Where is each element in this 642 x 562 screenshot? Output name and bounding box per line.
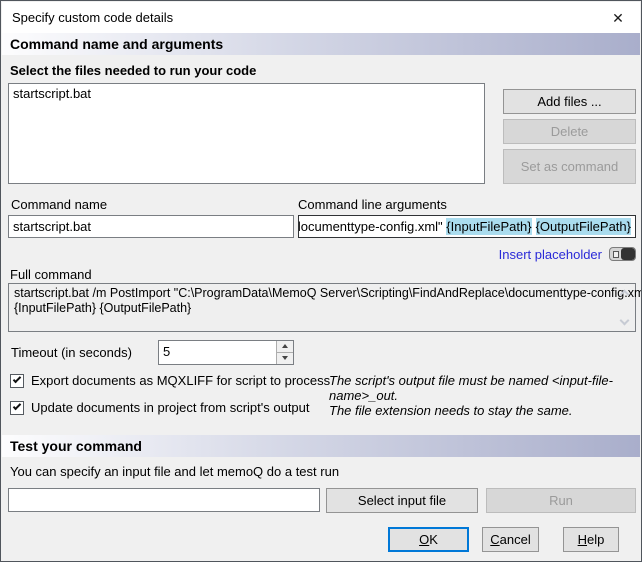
spinner-down-button[interactable] — [277, 353, 293, 365]
set-as-command-button[interactable]: Set as command — [503, 149, 636, 184]
spinner-up-button[interactable] — [277, 341, 293, 353]
cancel-rest: ancel — [500, 532, 531, 547]
full-command-line1: startscript.bat /m PostImport "C:\Progra… — [14, 286, 615, 301]
checkbox-box — [10, 374, 24, 388]
checkmark-icon — [13, 374, 21, 382]
update-documents-checkbox[interactable]: Update documents in project from script'… — [10, 400, 310, 415]
insert-placeholder-toggle-icon[interactable] — [609, 247, 636, 261]
list-item[interactable]: startscript.bat — [9, 84, 484, 103]
full-command-label: Full command — [10, 267, 92, 282]
section-header-test: Test your command — [2, 435, 640, 457]
add-files-button[interactable]: Add files ... — [503, 89, 636, 114]
scroll-up-icon[interactable] — [620, 290, 630, 300]
section-header-command: Command name and arguments — [2, 33, 640, 55]
timeout-spinner[interactable]: 5 — [158, 340, 294, 365]
note-line1: The script's output file must be named <… — [329, 373, 641, 403]
command-name-input[interactable]: startscript.bat — [8, 215, 294, 238]
export-mqxliff-label: Export documents as MQXLIFF for script t… — [31, 373, 330, 388]
close-icon[interactable]: ✕ — [606, 8, 630, 28]
checkbox-box — [10, 401, 24, 415]
ok-rest: K — [429, 532, 438, 547]
insert-placeholder-row: Insert placeholder — [298, 245, 636, 263]
args-visible-text: ndReplace\documenttype-config.xml" — [298, 218, 446, 235]
output-file-note: The script's output file must be named <… — [329, 373, 641, 418]
spinner-up-icon — [282, 344, 288, 348]
delete-button[interactable]: Delete — [503, 119, 636, 144]
ok-accel: O — [419, 532, 429, 547]
dialog-title: Specify custom code details — [12, 10, 173, 25]
scroll-down-icon[interactable] — [620, 316, 630, 326]
select-files-label: Select the files needed to run your code — [10, 63, 256, 78]
timeout-label: Timeout (in seconds) — [11, 345, 132, 360]
update-documents-label: Update documents in project from script'… — [31, 400, 310, 415]
test-input-file-field[interactable] — [27, 508, 320, 512]
full-command-scrollbar — [617, 284, 633, 331]
timeout-value: 5 — [163, 344, 170, 359]
select-input-file-button[interactable]: Select input file — [326, 488, 478, 513]
run-button[interactable]: Run — [486, 488, 636, 513]
command-args-label: Command line arguments — [298, 197, 447, 212]
test-input-wrapper — [8, 488, 320, 512]
command-args-input[interactable]: ndReplace\documenttype-config.xml" {Inpu… — [298, 215, 636, 238]
help-button[interactable]: Help — [563, 527, 619, 552]
cancel-button[interactable]: Cancel — [482, 527, 539, 552]
checkmark-icon — [13, 401, 21, 409]
spinner-down-icon — [282, 356, 288, 360]
toggle-left — [610, 248, 621, 260]
insert-placeholder-link[interactable]: Insert placeholder — [499, 247, 602, 262]
output-file-path-token: {OutputFilePath} — [536, 218, 631, 235]
spinner-buttons — [276, 341, 293, 364]
toggle-knob — [613, 251, 619, 258]
help-accel: H — [578, 532, 587, 547]
toggle-dark-half — [621, 248, 635, 260]
full-command-box: startscript.bat /m PostImport "C:\Progra… — [8, 283, 636, 332]
specify-custom-code-dialog: Specify custom code details ✕ Command na… — [0, 0, 642, 562]
test-description: You can specify an input file and let me… — [10, 464, 339, 479]
full-command-line2: {InputFilePath} {OutputFilePath} — [14, 301, 615, 316]
input-file-path-token: {InputFilePath} — [446, 218, 531, 235]
help-rest: elp — [587, 532, 604, 547]
files-listbox[interactable]: startscript.bat — [8, 83, 485, 184]
title-bar: Specify custom code details ✕ — [2, 2, 640, 33]
ok-button[interactable]: OK — [388, 527, 469, 552]
cancel-accel: C — [490, 532, 499, 547]
note-line2: The file extension needs to stay the sam… — [329, 403, 641, 418]
export-mqxliff-checkbox[interactable]: Export documents as MQXLIFF for script t… — [10, 373, 330, 388]
command-name-label: Command name — [11, 197, 107, 212]
